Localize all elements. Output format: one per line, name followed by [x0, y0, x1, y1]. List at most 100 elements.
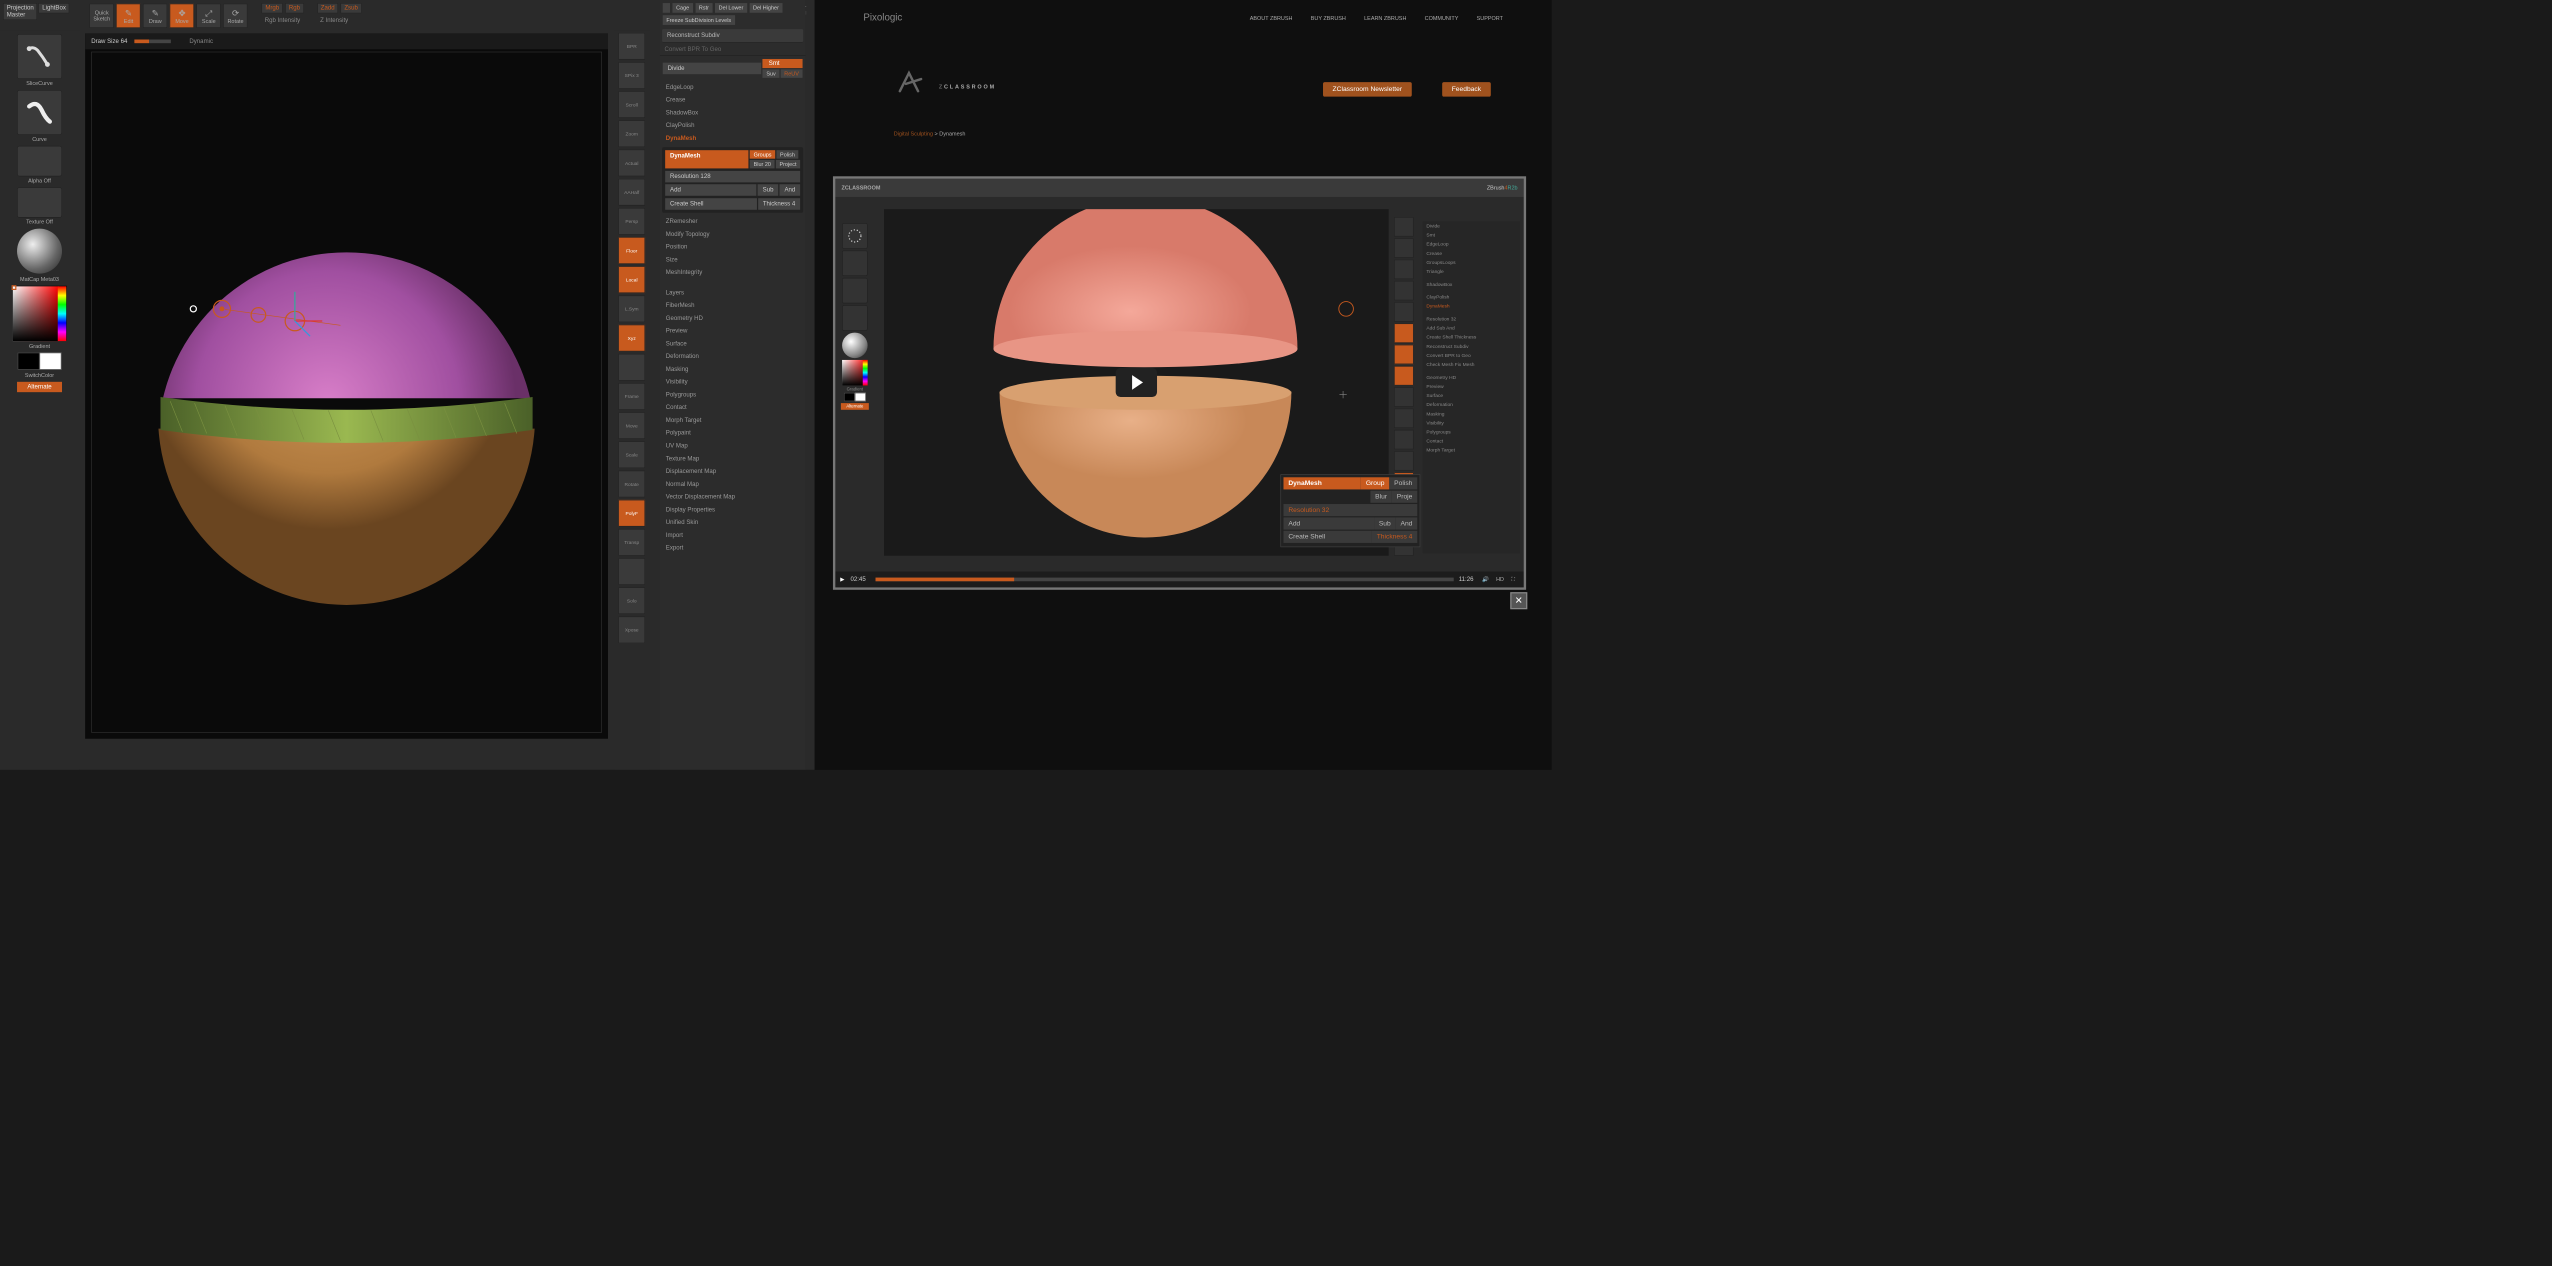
nav-community[interactable]: COMMUNITY [1425, 15, 1459, 21]
nav-buy-zbrush[interactable]: BUY ZBRUSH [1311, 15, 1346, 21]
panel-[interactable] [663, 3, 670, 13]
polish-button[interactable]: Polish [776, 150, 798, 159]
panel-cage[interactable]: Cage [672, 3, 692, 13]
rtool-xpose[interactable]: Xpose [618, 617, 645, 644]
section-morph-target[interactable]: Morph Target [660, 414, 806, 427]
rtool-xyz[interactable]: Xyz [618, 325, 645, 352]
rtool-blank[interactable] [618, 558, 645, 585]
section-texture-map[interactable]: Texture Map [660, 452, 806, 465]
section-preview[interactable]: Preview [660, 325, 806, 338]
mrgb-button[interactable]: Mrgb [262, 3, 283, 13]
projection-master-button[interactable]: Projection Master [3, 3, 37, 20]
alternate-button[interactable]: Alternate [17, 382, 62, 392]
alpha-slot[interactable] [17, 146, 62, 176]
rtool-aahalf[interactable]: AAHalf [618, 179, 645, 206]
section-crease[interactable]: Crease [660, 94, 806, 107]
dynamesh-button[interactable]: DynaMesh [665, 150, 749, 168]
rtool-floor[interactable]: Floor [618, 237, 645, 264]
canvas-draw-slider[interactable] [135, 40, 171, 44]
rgb-intensity[interactable]: Rgb Intensity [262, 16, 304, 25]
section-displacement-map[interactable]: Displacement Map [660, 465, 806, 478]
section-polypaint[interactable]: Polypaint [660, 427, 806, 440]
rtool-spix 3[interactable]: SPix 3 [618, 62, 645, 89]
sub-button[interactable]: Sub [758, 184, 779, 196]
rtool-local[interactable]: Local [618, 266, 645, 293]
section-vector-displacement-map[interactable]: Vector Displacement Map [660, 491, 806, 504]
progress-bar[interactable] [875, 578, 1453, 582]
blur-slider[interactable]: Blur 20 [750, 160, 775, 169]
feedback-button[interactable]: Feedback [1442, 82, 1491, 97]
hd-icon[interactable]: HD [1496, 576, 1504, 582]
section-shadowbox[interactable]: ShadowBox [660, 106, 806, 119]
color-picker[interactable] [12, 286, 67, 341]
suv-button[interactable]: Suv [763, 69, 780, 78]
video-scrubber[interactable]: ▶ 02:45 11:26 🔊 HD ⛶ [835, 572, 1523, 588]
section-fibermesh[interactable]: FiberMesh [660, 299, 806, 312]
rgb-button[interactable]: Rgb [285, 3, 303, 13]
rtool-l.sym[interactable]: L.Sym [618, 295, 645, 322]
rotate-button[interactable]: ⟳Rotate [223, 4, 247, 28]
rtool-persp[interactable]: Persp [618, 208, 645, 235]
section-masking[interactable]: Masking [660, 363, 806, 376]
quicksketch-button[interactable]: Quick Sketch [90, 4, 114, 28]
rtool-scale[interactable]: Scale [618, 441, 645, 468]
section-surface[interactable]: Surface [660, 337, 806, 350]
rtool-zoom[interactable]: Zoom [618, 120, 645, 147]
section-export[interactable]: Export [660, 542, 806, 555]
section-contact[interactable]: Contact [660, 401, 806, 414]
move-button[interactable]: ✥Move [170, 4, 194, 28]
rtool-frame[interactable]: Frame [618, 383, 645, 410]
divide-button[interactable]: Divide [663, 63, 762, 75]
section-claypolish[interactable]: ClayPolish [660, 119, 806, 132]
rtool-transp[interactable]: Transp [618, 529, 645, 556]
section-geometry-hd[interactable]: Geometry HD [660, 312, 806, 325]
slice-curve-brush[interactable] [17, 34, 62, 79]
texture-slot[interactable] [17, 187, 62, 217]
section-modify-topology[interactable]: Modify Topology [660, 228, 806, 241]
rtool-bpr[interactable]: BPR [618, 33, 645, 60]
convert-bpr[interactable]: Convert BPR To Geo [660, 44, 806, 56]
section-uv-map[interactable]: UV Map [660, 440, 806, 453]
section-position[interactable]: Position [660, 241, 806, 254]
panel-del-lower[interactable]: Del Lower [715, 3, 747, 13]
nav-support[interactable]: SUPPORT [1477, 15, 1503, 21]
viewport[interactable] [91, 52, 602, 733]
draw-button[interactable]: ✎Draw [143, 4, 167, 28]
project-button[interactable]: Project [776, 160, 800, 169]
groups-button[interactable]: Groups [750, 150, 775, 159]
create-shell-button[interactable]: Create Shell [665, 198, 757, 210]
section-normal-map[interactable]: Normal Map [660, 478, 806, 491]
reuv-button[interactable]: ReUV [781, 69, 803, 78]
swatch-white[interactable] [40, 353, 62, 370]
zadd-button[interactable]: Zadd [317, 3, 338, 13]
nav-about-zbrush[interactable]: ABOUT ZBRUSH [1250, 15, 1293, 21]
video-play-button[interactable] [1116, 368, 1157, 397]
panel-rstr[interactable]: Rstr [695, 3, 712, 13]
panel-del-higher[interactable]: Del Higher [749, 3, 782, 13]
panel-freeze-subdivision-levels[interactable]: Freeze SubDivision Levels [663, 15, 735, 25]
edit-button[interactable]: ✎Edit [116, 4, 140, 28]
z-intensity[interactable]: Z Intensity [317, 16, 361, 25]
section-zremesher[interactable]: ZRemesher [660, 215, 806, 228]
rtool-polyf[interactable]: PolyF [618, 500, 645, 527]
rtool-solo[interactable]: Solo [618, 587, 645, 614]
pixologic-logo[interactable]: Pixologic [863, 13, 902, 24]
reconstruct-subdiv-button[interactable]: Reconstruct Subdiv [662, 29, 803, 42]
section-polygroups[interactable]: Polygroups [660, 389, 806, 402]
newsletter-button[interactable]: ZClassroom Newsletter [1323, 82, 1412, 97]
section-edgeloop[interactable]: EdgeLoop [660, 81, 806, 94]
resolution-slider[interactable]: Resolution 128 [665, 171, 800, 183]
section-unified-skin[interactable]: Unified Skin [660, 516, 806, 529]
close-lightbox-button[interactable]: ✕ [1510, 592, 1527, 609]
curve-stroke[interactable] [17, 90, 62, 135]
and-button[interactable]: And [780, 184, 801, 196]
dynamesh-section-header[interactable]: DynaMesh [660, 132, 806, 145]
rtool-scroll[interactable]: Scroll [618, 91, 645, 118]
zsub-button[interactable]: Zsub [341, 3, 362, 13]
section-deformation[interactable]: Deformation [660, 350, 806, 363]
rtool-actual[interactable]: Actual [618, 150, 645, 177]
section-meshintegrity[interactable]: MeshIntegrity [660, 266, 806, 279]
section-display-properties[interactable]: Display Properties [660, 503, 806, 516]
rtool-move[interactable]: Move [618, 412, 645, 439]
smt-button[interactable]: Smt [763, 59, 803, 68]
